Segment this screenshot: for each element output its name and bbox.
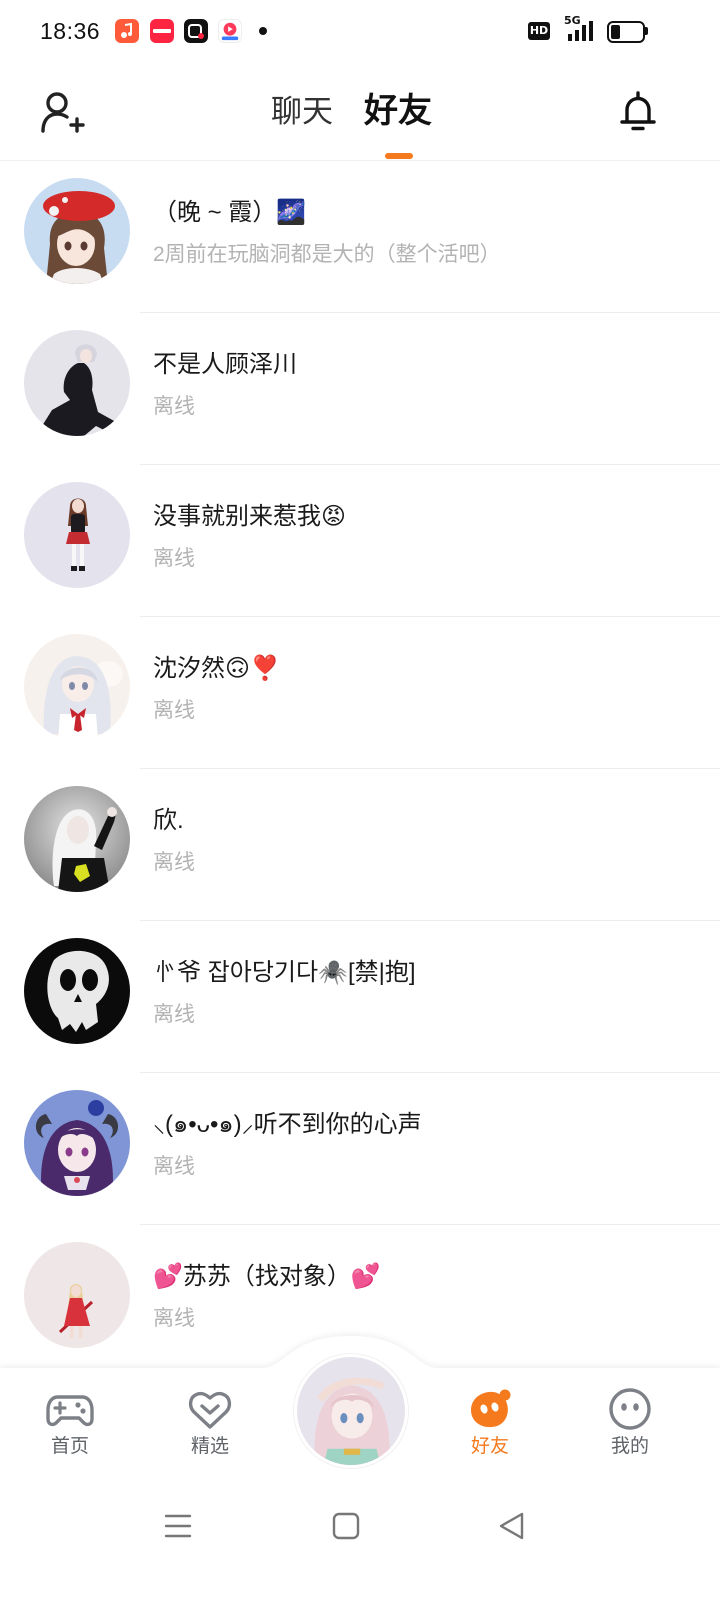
friend-name: 沈汐然🙃❣️ — [153, 655, 280, 682]
avatar-image — [24, 330, 130, 436]
avatar[interactable] — [24, 330, 130, 436]
avatar-image — [24, 786, 130, 892]
avatar[interactable] — [24, 482, 130, 588]
nav-friends[interactable]: 好友 — [440, 1384, 540, 1474]
battery-cap — [645, 27, 648, 35]
avatar[interactable] — [24, 1090, 130, 1196]
friend-name: 没事就别来惹我😡 — [153, 503, 347, 530]
friend-status: 离线 — [153, 851, 195, 874]
video-logo-icon — [188, 24, 204, 39]
nav-label-home: 首页 — [50, 1436, 89, 1457]
back-triangle-icon[interactable] — [498, 1511, 526, 1541]
avatar-image — [24, 482, 130, 588]
status-time: 18:36 — [40, 18, 101, 44]
nav-label-friends: 好友 — [470, 1436, 509, 1457]
gamepad-icon — [46, 1395, 94, 1427]
nav-featured[interactable]: 精选 — [160, 1384, 260, 1474]
media-app-icon — [218, 19, 242, 43]
friend-name: 不是人顾泽川 — [153, 351, 297, 378]
avatar-image — [24, 634, 130, 740]
avatar-image — [24, 178, 130, 284]
friend-row[interactable]: 㣺爷 잡아당기다🕷️[禁|抱] 离线 — [0, 921, 720, 1073]
bell-icon[interactable] — [618, 90, 658, 134]
heart-icon — [188, 1391, 232, 1429]
active-tab-indicator — [385, 153, 413, 159]
signal-icon — [568, 21, 593, 41]
avatar[interactable] — [24, 178, 130, 284]
avatar-image — [24, 938, 130, 1044]
notification-dot — [259, 27, 267, 35]
avatar-image — [24, 1090, 130, 1196]
friend-row[interactable]: ⸜(๑•ᴗ•๑)⸝听不到你的心声 离线 — [0, 1073, 720, 1225]
friends-blob-icon — [471, 1389, 511, 1428]
music-note-icon — [121, 22, 132, 38]
friend-status: 离线 — [153, 1003, 195, 1026]
friend-name: 㣺爷 잡아당기다🕷️[禁|抱] — [153, 959, 416, 986]
avatar[interactable] — [24, 634, 130, 740]
friend-name: 💕苏苏（找对象）💕 — [153, 1263, 381, 1290]
battery-level-fill — [611, 25, 620, 39]
media-logo-icon — [221, 22, 239, 41]
friend-status: 离线 — [153, 1155, 195, 1178]
friend-name: （晚 ~ 霞）🌌 — [153, 199, 307, 226]
tab-chat[interactable]: 聊天 — [271, 90, 333, 134]
add-friend-icon[interactable] — [40, 90, 86, 136]
nav-label-featured: 精选 — [190, 1436, 229, 1457]
friend-row[interactable]: 沈汐然🙃❣️ 离线 — [0, 617, 720, 769]
xiaohongshu-app-icon — [150, 19, 174, 43]
friend-status: 离线 — [153, 395, 195, 418]
avatar[interactable] — [24, 786, 130, 892]
music-app-icon — [115, 19, 139, 43]
friend-row[interactable]: （晚 ~ 霞）🌌 2周前在玩脑洞都是大的（整个活吧） — [0, 161, 720, 313]
xiaohongshu-logo-icon — [153, 29, 171, 33]
nav-label-me: 我的 — [610, 1436, 649, 1457]
friend-status: 离线 — [153, 699, 195, 722]
avatar[interactable] — [24, 938, 130, 1044]
home-square-icon[interactable] — [332, 1512, 360, 1540]
friend-row[interactable]: 欣. 离线 — [0, 769, 720, 921]
friend-status: 2周前在玩脑洞都是大的（整个活吧） — [153, 243, 501, 266]
friend-row[interactable]: 没事就别来惹我😡 离线 — [0, 465, 720, 617]
friend-row[interactable]: 不是人顾泽川 离线 — [0, 313, 720, 465]
friend-list[interactable]: （晚 ~ 霞）🌌 2周前在玩脑洞都是大的（整个活吧） 不是人顾泽川 离线 没事就… — [0, 161, 720, 1368]
profile-avatar[interactable] — [294, 1354, 408, 1468]
face-icon — [609, 1388, 651, 1430]
video-app-icon — [184, 19, 208, 43]
nav-me[interactable]: 我的 — [580, 1384, 680, 1474]
menu-icon[interactable] — [164, 1512, 192, 1540]
friend-name: ⸜(๑•ᴗ•๑)⸝听不到你的心声 — [153, 1111, 422, 1138]
friend-status: 离线 — [153, 547, 195, 570]
profile-avatar-image — [297, 1357, 405, 1465]
friend-name: 欣. — [153, 807, 184, 834]
nav-home[interactable]: 首页 — [20, 1384, 120, 1474]
tab-friends[interactable]: 好友 — [364, 89, 432, 133]
system-navigation-bar — [0, 1482, 720, 1612]
hd-badge: HD — [528, 22, 550, 40]
